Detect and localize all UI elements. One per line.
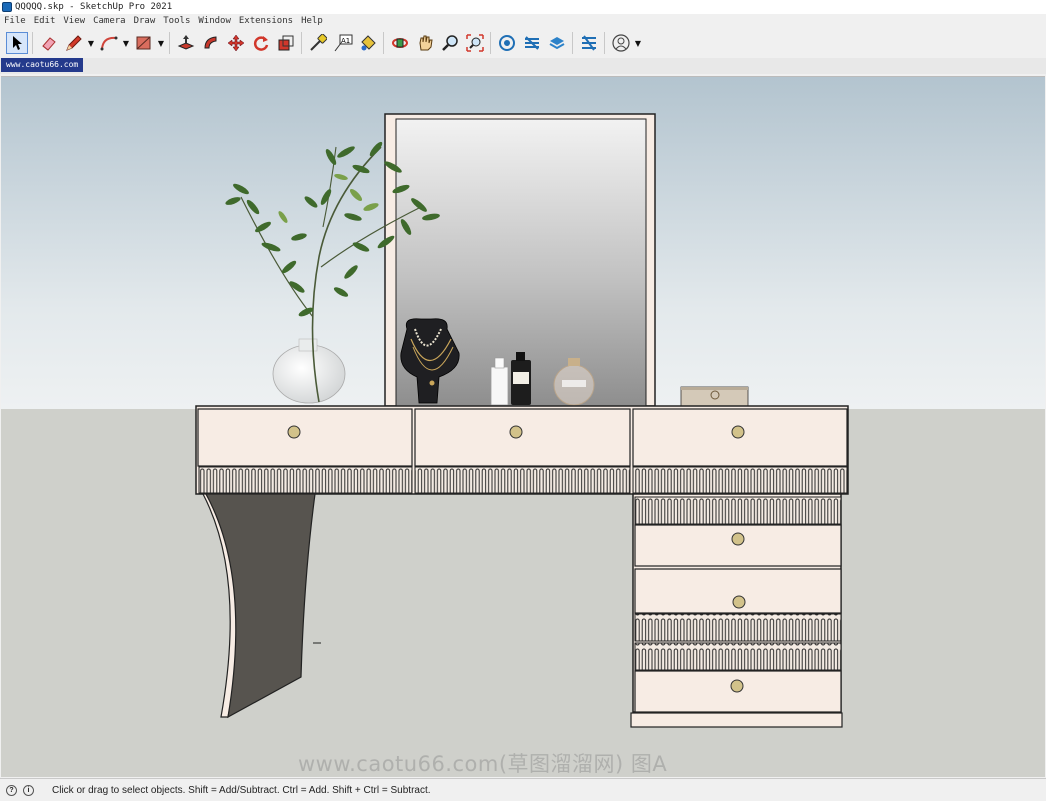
arc-tool-dropdown[interactable]: ▼ — [121, 32, 131, 54]
scene-tab[interactable]: www.caotu66.com — [1, 58, 84, 72]
account-icon — [611, 34, 630, 52]
line-tool-dropdown[interactable]: ▼ — [86, 32, 96, 54]
follow-me-icon — [203, 36, 216, 49]
orbit-tool-button[interactable] — [389, 32, 411, 54]
title-bar: QQQQQ.skp - SketchUp Pro 2021 — [0, 0, 1046, 14]
scale-tool-button[interactable] — [275, 32, 297, 54]
push-pull-icon — [177, 35, 194, 50]
info-icon[interactable]: i — [23, 784, 34, 796]
desk-curved-leg — [202, 493, 321, 719]
3d-warehouse-button[interactable] — [496, 32, 518, 54]
text-icon: A1 — [334, 34, 352, 52]
menu-edit[interactable]: Edit — [34, 16, 56, 26]
modeling-viewport[interactable]: www.caotu66.com(草图溜溜网) 图A — [1, 76, 1045, 777]
menu-extensions[interactable]: Extensions — [239, 16, 293, 26]
account-button[interactable] — [610, 32, 632, 54]
chevron-down-icon: ▼ — [157, 38, 165, 48]
svg-text:A1: A1 — [341, 37, 350, 45]
menu-file[interactable]: File — [4, 16, 26, 26]
zoom-icon — [441, 35, 458, 51]
extension-warehouse-button[interactable] — [521, 32, 543, 54]
arc-tool-button[interactable] — [98, 32, 120, 54]
drawer-cabinet — [630, 493, 843, 728]
zoom-extents-icon — [465, 34, 484, 52]
status-bar: ? i Click or drag to select objects. Shi… — [0, 778, 1046, 801]
paint-bucket-icon — [360, 35, 376, 51]
move-icon — [227, 34, 244, 52]
follow-me-tool-button[interactable] — [200, 32, 222, 54]
dressing-table-model — [195, 113, 849, 728]
menu-view[interactable]: View — [63, 16, 85, 26]
layout-button[interactable] — [546, 32, 568, 54]
push-pull-tool-button[interactable] — [175, 32, 197, 54]
move-tool-button[interactable] — [225, 32, 247, 54]
pan-tool-button[interactable] — [414, 32, 436, 54]
status-message: Click or drag to select objects. Shift =… — [52, 784, 431, 796]
extension-warehouse-icon — [524, 36, 539, 50]
pan-icon — [418, 35, 433, 51]
extension-manager-icon — [581, 35, 596, 51]
rectangle-icon — [136, 36, 150, 50]
arc-icon — [100, 36, 117, 51]
menu-tools[interactable]: Tools — [163, 16, 190, 26]
rectangle-tool-dropdown[interactable]: ▼ — [156, 32, 166, 54]
menu-draw[interactable]: Draw — [134, 16, 156, 26]
jewelry-box — [680, 386, 749, 407]
tape-measure-icon — [309, 34, 327, 51]
3d-warehouse-icon — [498, 35, 515, 51]
chevron-down-icon: ▼ — [122, 38, 130, 48]
rectangle-tool-button[interactable] — [133, 32, 155, 54]
pencil-line-icon — [65, 35, 82, 51]
zoom-extents-tool-button[interactable] — [464, 32, 486, 54]
sketchup-app-icon — [2, 2, 12, 12]
rotate-icon — [253, 36, 268, 51]
orbit-icon — [391, 38, 408, 48]
menu-help[interactable]: Help — [301, 16, 323, 26]
eraser-tool-button[interactable] — [38, 32, 60, 54]
getting-started-toolbar: ▼ ▼ ▼ A1 ▼ — [4, 29, 662, 57]
line-tool-button[interactable] — [63, 32, 85, 54]
geo-location-icon[interactable]: ? — [6, 784, 17, 796]
account-dropdown[interactable]: ▼ — [633, 32, 643, 54]
chevron-down-icon: ▼ — [87, 38, 95, 48]
tape-measure-tool-button[interactable] — [307, 32, 329, 54]
menu-window[interactable]: Window — [198, 16, 231, 26]
rotate-tool-button[interactable] — [250, 32, 272, 54]
scale-icon — [278, 35, 293, 51]
layout-icon — [549, 37, 564, 50]
menu-camera[interactable]: Camera — [93, 16, 126, 26]
zoom-tool-button[interactable] — [439, 32, 461, 54]
watermark-text: www.caotu66.com(草图溜溜网) 图A — [298, 752, 668, 776]
desk-top-drawers — [195, 405, 849, 495]
select-tool-button[interactable] — [5, 32, 28, 54]
scene-tab-strip — [0, 58, 1046, 74]
window-title: QQQQQ.skp - SketchUp Pro 2021 — [15, 2, 173, 12]
text-tool-button[interactable]: A1 — [332, 32, 354, 54]
menu-bar: File Edit View Camera Draw Tools Window … — [0, 14, 1046, 28]
chevron-down-icon: ▼ — [634, 38, 642, 48]
extension-manager-button[interactable] — [578, 32, 600, 54]
paint-bucket-tool-button[interactable] — [357, 32, 379, 54]
select-icon — [12, 36, 22, 50]
eraser-icon — [41, 37, 56, 51]
